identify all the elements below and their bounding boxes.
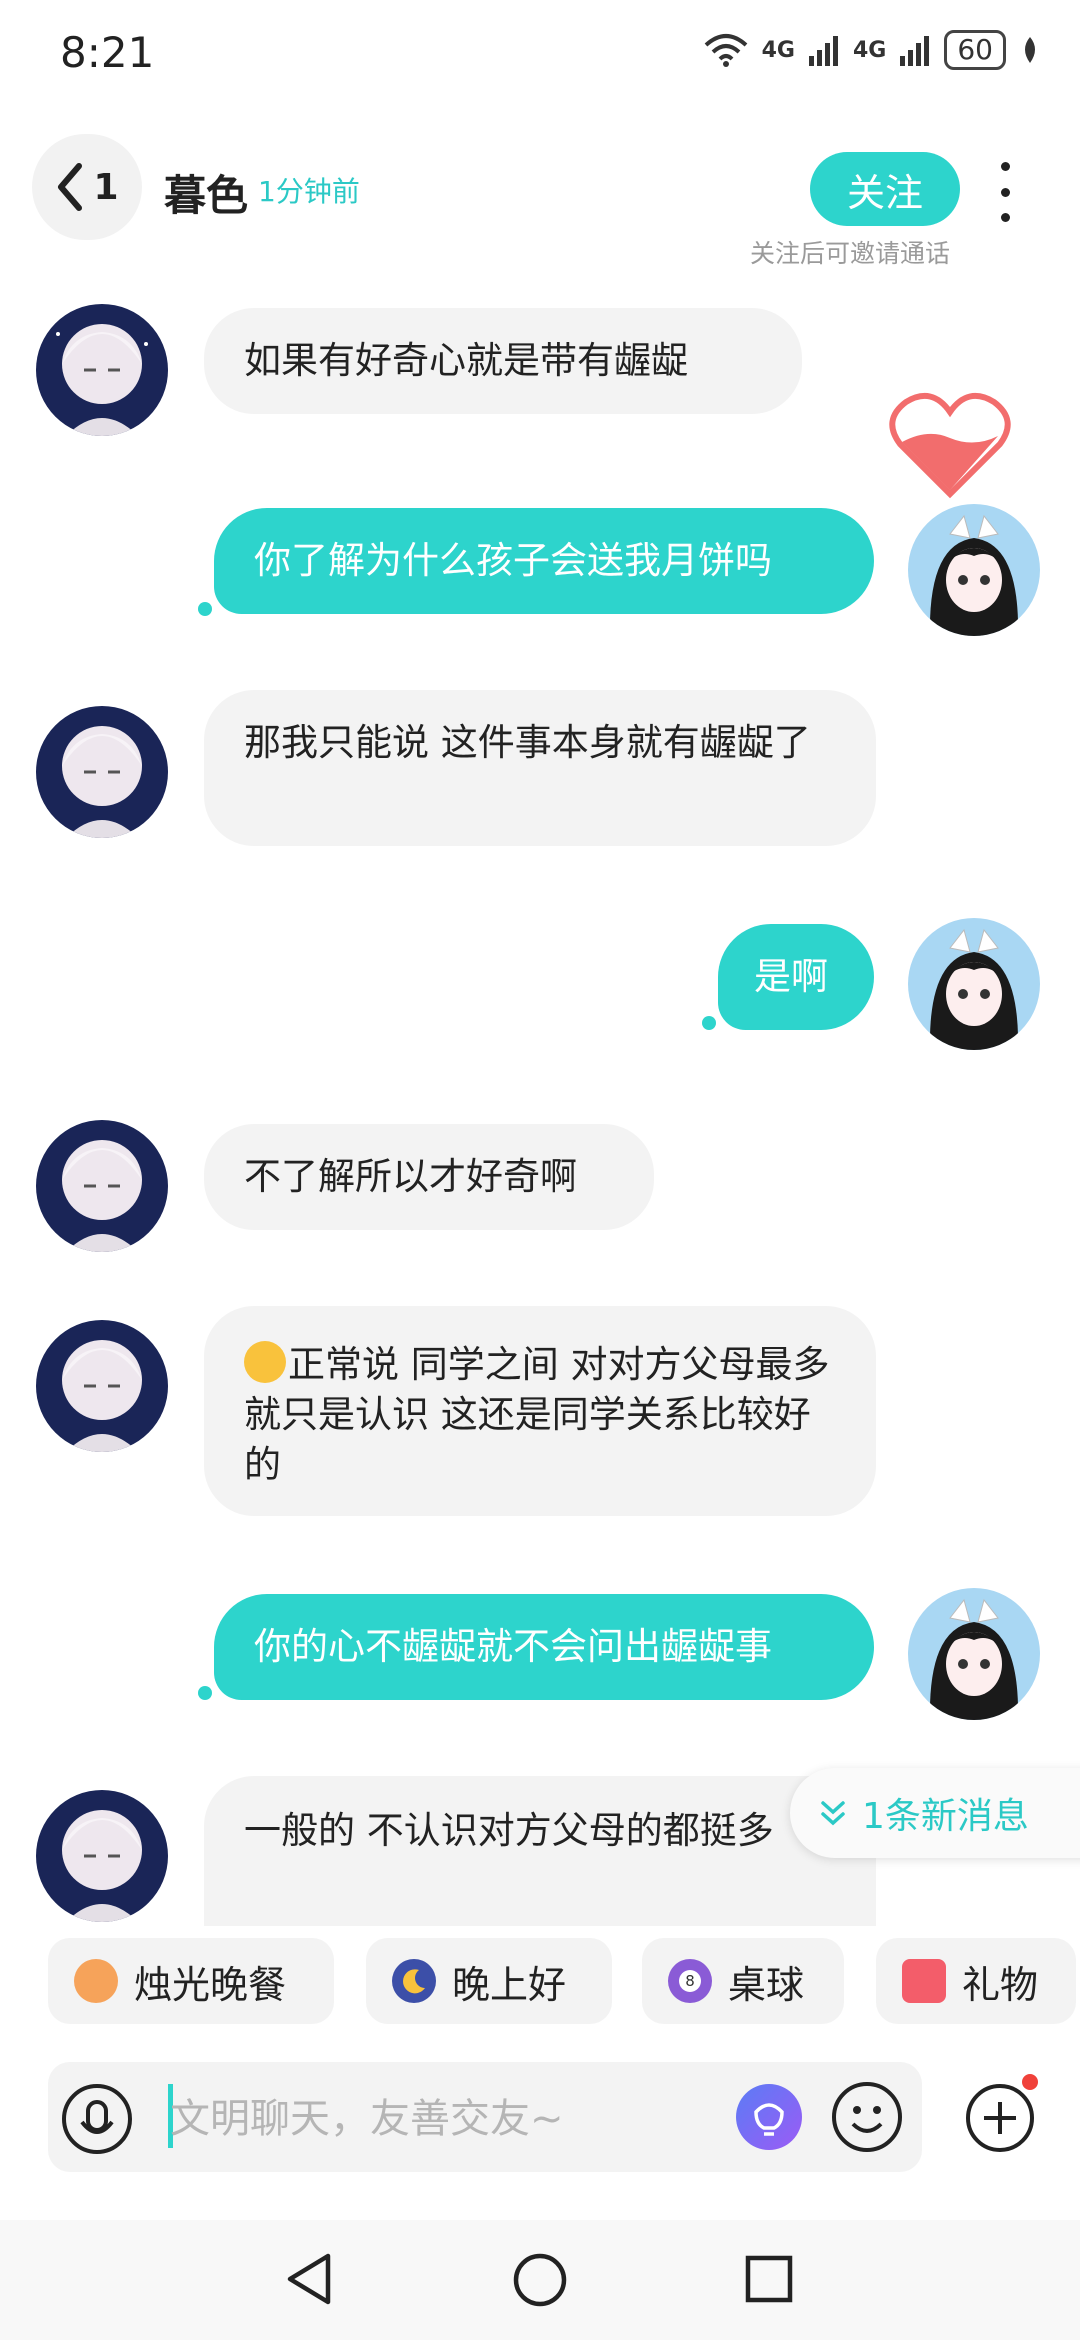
add-attachment-icon[interactable] bbox=[964, 2070, 1054, 2160]
avatar-image bbox=[929, 514, 1019, 636]
chip-label: 礼物 bbox=[962, 1962, 1039, 2007]
message-text: 不了解所以才好奇啊 bbox=[244, 1155, 577, 1198]
contact-avatar[interactable] bbox=[36, 1120, 168, 1252]
chip-label: 烛光晚餐 bbox=[134, 1962, 287, 2007]
crying-laughing-emoji-icon bbox=[244, 1341, 286, 1383]
notification-dot bbox=[1022, 2074, 1038, 2090]
contact-avatar[interactable] bbox=[36, 304, 168, 436]
new-message-chip[interactable]: 1条新消息 bbox=[790, 1768, 1080, 1858]
status-time: 8:21 bbox=[60, 28, 155, 77]
nav-recents-icon[interactable] bbox=[744, 2254, 794, 2304]
follow-tip: 关注后可邀请通话 bbox=[750, 239, 951, 268]
battery-indicator: 60 bbox=[944, 30, 1006, 70]
message-text: 你的心不龌龊就不会问出龌龊事 bbox=[254, 1625, 772, 1668]
double-chevron-down-icon bbox=[821, 1801, 845, 1826]
quick-chip-billiards[interactable]: 8 桌球 bbox=[642, 1938, 844, 2024]
avatar-image bbox=[62, 1140, 142, 1252]
sent-indicator-dot bbox=[198, 602, 212, 616]
billiard-ball-icon: 8 bbox=[668, 1959, 712, 2003]
message-text: 你了解为什么孩子会送我月饼吗 bbox=[254, 539, 772, 582]
quick-chip-good-evening[interactable]: 晚上好 bbox=[366, 1938, 612, 2024]
self-avatar[interactable] bbox=[908, 1588, 1040, 1720]
message-bubble-in[interactable]: 正常说 同学之间 对对方父母最多就只是认识 这还是同学关系比较好的 bbox=[204, 1306, 876, 1516]
avatar-image bbox=[62, 1340, 142, 1452]
avatar-image bbox=[62, 726, 142, 838]
quick-chip-candle-dinner[interactable]: 烛光晚餐 bbox=[48, 1938, 334, 2024]
emoji-icon[interactable] bbox=[830, 2080, 904, 2154]
ai-assistant-icon[interactable] bbox=[734, 2082, 804, 2152]
message-text: 一般的 不认识对方父母的都挺多 bbox=[244, 1809, 774, 1852]
message-text: 那我只能说 这件事本身就有龌龊了 bbox=[244, 721, 811, 764]
message-bubble-in[interactable]: 那我只能说 这件事本身就有龌龊了 bbox=[204, 690, 876, 846]
network-type-1: 4G bbox=[761, 37, 795, 63]
signal-icon-1 bbox=[808, 36, 838, 66]
message-text: 是啊 bbox=[754, 955, 828, 998]
message-bubble-in[interactable]: 一般的 不认识对方父母的都挺多 bbox=[204, 1776, 876, 1926]
moon-icon bbox=[392, 1959, 436, 2003]
nav-home-icon[interactable] bbox=[512, 2252, 568, 2308]
gift-icon bbox=[902, 1959, 946, 2003]
self-avatar[interactable] bbox=[908, 504, 1040, 636]
leaf-icon bbox=[1025, 37, 1035, 63]
chevron-left-icon bbox=[58, 163, 83, 211]
sent-indicator-dot bbox=[198, 1686, 212, 1700]
nav-back-icon[interactable] bbox=[282, 2250, 336, 2308]
avatar-image bbox=[929, 1598, 1019, 1720]
status-icons: 4G 4G 60 bbox=[704, 30, 1040, 70]
self-avatar[interactable] bbox=[908, 918, 1040, 1050]
unread-count: 1 bbox=[93, 166, 119, 208]
network-type-2: 4G bbox=[852, 37, 887, 63]
more-options-icon[interactable] bbox=[990, 162, 1020, 222]
message-bubble-out[interactable]: 你了解为什么孩子会送我月饼吗 bbox=[214, 508, 874, 614]
sent-indicator-dot bbox=[702, 1016, 716, 1030]
message-input[interactable] bbox=[168, 2080, 712, 2158]
voice-input-icon[interactable] bbox=[60, 2082, 134, 2156]
avatar-image bbox=[929, 928, 1019, 1050]
back-button[interactable]: 1 bbox=[32, 134, 142, 240]
quick-chip-gift[interactable]: 礼物 bbox=[876, 1938, 1076, 2024]
candle-dinner-icon bbox=[74, 1959, 118, 2003]
avatar-image bbox=[56, 324, 148, 436]
message-text: 如果有好奇心就是带有龌龊 bbox=[244, 339, 688, 382]
wifi-icon bbox=[704, 34, 747, 67]
message-text: 正常说 同学之间 对对方父母最多就只是认识 这还是同学关系比较好的 bbox=[244, 1343, 830, 1486]
new-message-label: 1条新消息 bbox=[862, 1796, 1029, 1837]
contact-avatar[interactable] bbox=[36, 1790, 168, 1922]
last-seen-label: 1分钟前 bbox=[258, 175, 360, 208]
contact-avatar[interactable] bbox=[36, 706, 168, 838]
heart-icon bbox=[889, 392, 1011, 499]
chip-label: 晚上好 bbox=[452, 1962, 567, 2007]
follow-button[interactable]: 关注 bbox=[810, 152, 960, 226]
message-bubble-in[interactable]: 不了解所以才好奇啊 bbox=[204, 1124, 654, 1230]
chat-title: 暮色 bbox=[164, 171, 249, 220]
message-bubble-in[interactable]: 如果有好奇心就是带有龌龊 bbox=[204, 308, 802, 414]
signal-icon-2 bbox=[900, 36, 930, 66]
message-bubble-out[interactable]: 是啊 bbox=[718, 924, 874, 1030]
chip-label: 桌球 bbox=[728, 1962, 805, 2007]
message-bubble-out[interactable]: 你的心不龌龊就不会问出龌龊事 bbox=[214, 1594, 874, 1700]
contact-avatar[interactable] bbox=[36, 1320, 168, 1452]
avatar-image bbox=[62, 1810, 142, 1922]
